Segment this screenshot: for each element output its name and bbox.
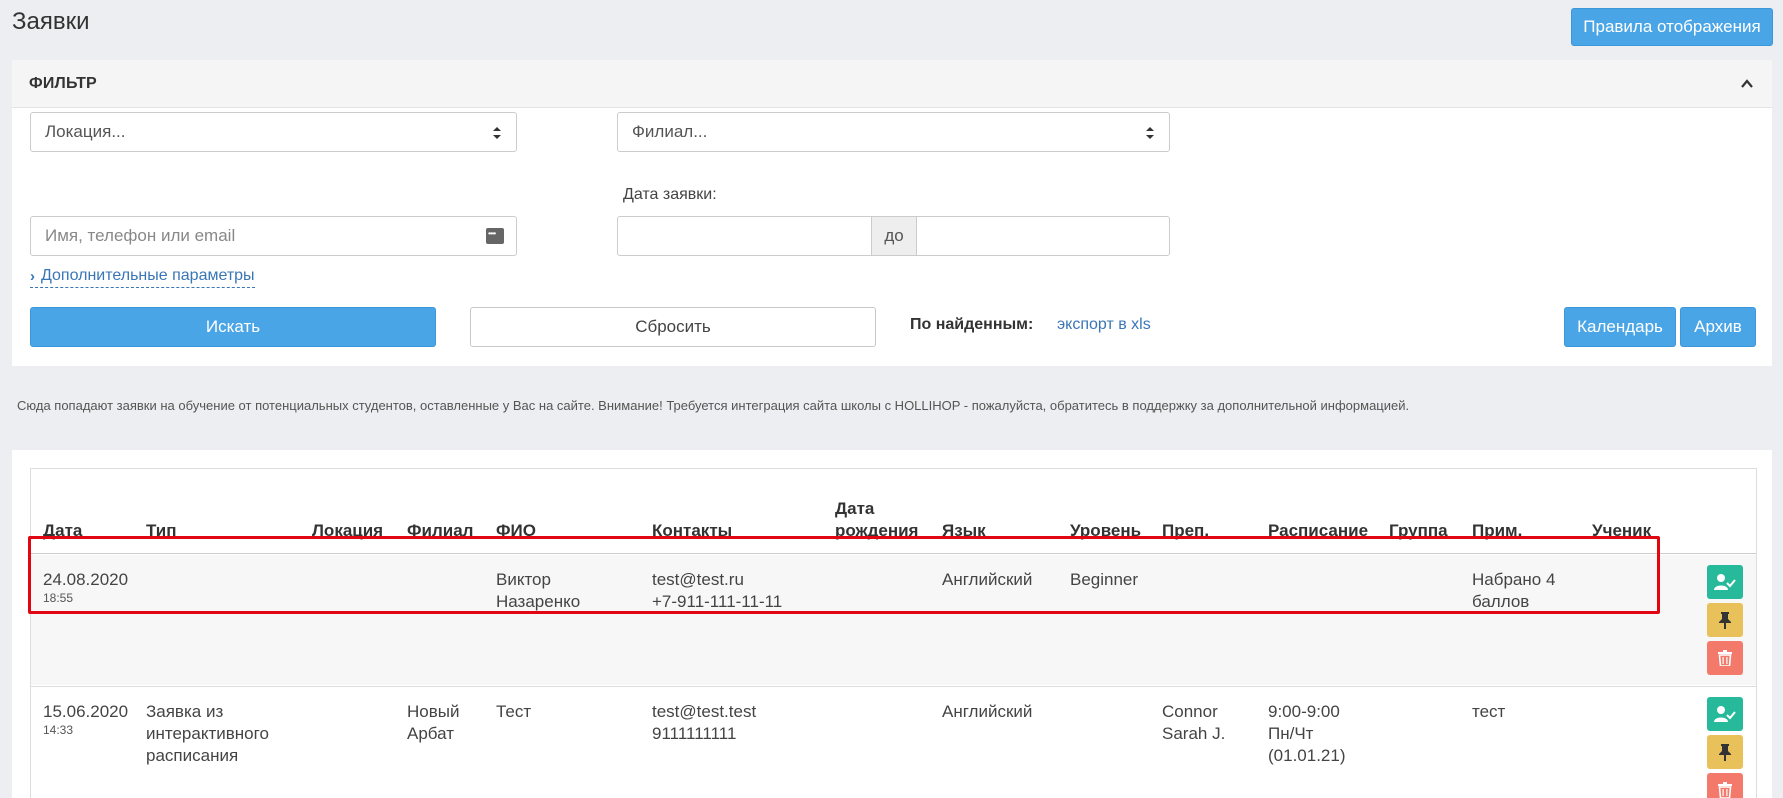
location-select-value: Локация... [45, 122, 126, 141]
row-note-line1: тест [1472, 702, 1506, 721]
filter-title: ФИЛЬТР [29, 74, 97, 92]
row-fio-line1: Тест [496, 702, 532, 721]
more-params-label: Дополнительные параметры [41, 267, 255, 284]
row-phone: 9111111111 [652, 724, 737, 743]
branch-select-value: Филиал... [632, 122, 708, 141]
pin-icon [1719, 612, 1731, 629]
row-branch: Новый Арбат [407, 701, 459, 745]
header-birthdate[interactable]: Дата рождения [835, 499, 918, 541]
highlight-annotation [28, 536, 1660, 614]
branch-select[interactable]: Филиал... [617, 112, 1170, 152]
row-branch-line1: Новый [407, 702, 460, 721]
search-input[interactable]: Имя, телефон или email [30, 216, 517, 256]
delete-button[interactable] [1707, 641, 1743, 675]
date-from-input[interactable] [617, 216, 872, 256]
header-birthdate-line1: Дата [835, 499, 875, 518]
row-type-line2: интерактивного [146, 724, 269, 743]
date-to-input[interactable] [916, 216, 1170, 256]
search-placeholder: Имя, телефон или email [45, 226, 236, 245]
more-params-link[interactable]: › Дополнительные параметры [30, 267, 255, 288]
date-label: Дата заявки: [623, 186, 717, 203]
delete-button[interactable] [1707, 773, 1743, 798]
row-email: test@test.test [652, 702, 757, 721]
reset-button[interactable]: Сбросить [470, 307, 876, 347]
filter-header[interactable]: ФИЛЬТР [12, 60, 1772, 108]
row-date-value: 15.06.2020 [43, 702, 129, 721]
row-type: Заявка из интерактивного расписания [146, 701, 269, 767]
calendar-button[interactable]: Календарь [1564, 307, 1676, 347]
location-select[interactable]: Локация... [30, 112, 517, 152]
user-check-icon [1714, 706, 1736, 722]
display-rules-button[interactable]: Правила отображения [1571, 8, 1773, 46]
trash-icon [1718, 650, 1732, 666]
date-to-label: до [871, 216, 917, 256]
pin-button[interactable] [1707, 603, 1743, 637]
pin-icon [1719, 744, 1731, 761]
row-schedule: 9:00-9:00 Пн/Чт (01.01.21) [1268, 701, 1346, 767]
row-date: 15.06.2020 14:33 [43, 701, 128, 737]
row-fio[interactable]: Тест [496, 701, 531, 723]
filter-panel: ФИЛЬТР Локация... Филиал... Имя, телефон… [12, 60, 1772, 366]
trash-icon [1718, 782, 1732, 798]
row-language: Английский [942, 702, 1033, 721]
row-teacher-line1: Connor [1162, 702, 1218, 721]
row-schedule-line2: Пн/Чт [1268, 724, 1314, 743]
page-title: Заявки [12, 8, 90, 35]
chevron-up-icon[interactable] [1738, 75, 1756, 93]
row-teacher-line2: Sarah J. [1162, 724, 1226, 743]
search-button[interactable]: Искать [30, 307, 436, 347]
row-branch-line2: Арбат [407, 724, 455, 743]
chevron-right-icon: › [30, 267, 35, 285]
convert-to-student-button[interactable] [1707, 697, 1743, 731]
row-type-line1: Заявка из [146, 702, 224, 721]
applications-table: Дата Тип Локация Филиал ФИО Контакты Дат… [30, 468, 1757, 798]
row-contacts: test@test.test 9111111111 [652, 701, 756, 745]
info-notice: Сюда попадают заявки на обучение от поте… [17, 398, 1410, 413]
export-xls-link[interactable]: экспорт в xls [1057, 316, 1151, 334]
row-note: тест [1472, 701, 1505, 723]
table-row[interactable]: 15.06.2020 14:33 Заявка из интерактивног… [31, 686, 1756, 798]
row-teacher: Connor Sarah J. [1162, 701, 1225, 745]
found-label: По найденным: [910, 316, 1034, 333]
select-arrows-icon [493, 127, 501, 139]
user-check-icon [1714, 574, 1736, 590]
row-time: 14:33 [43, 723, 74, 737]
convert-to-student-button[interactable] [1707, 565, 1743, 599]
row-type-line3: расписания [146, 746, 239, 765]
keyboard-icon[interactable] [486, 228, 504, 244]
row-schedule-line1: 9:00-9:00 [1268, 702, 1340, 721]
pin-button[interactable] [1707, 735, 1743, 769]
row-schedule-line3: (01.01.21) [1268, 746, 1346, 765]
table-panel: Дата Тип Локация Филиал ФИО Контакты Дат… [12, 450, 1772, 798]
archive-button[interactable]: Архив [1680, 307, 1756, 347]
select-arrows-icon [1146, 127, 1154, 139]
